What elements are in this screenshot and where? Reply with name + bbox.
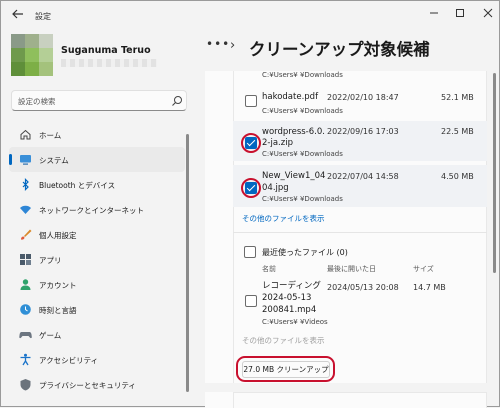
column-header-last-opened: 最後に開いた日 <box>327 265 376 273</box>
avatar <box>11 34 53 76</box>
sidebar-item-label: アクセシビリティ <box>39 356 99 365</box>
recent-files-label: 最近使ったファイル (0) <box>262 248 348 257</box>
recent-files-checkbox[interactable] <box>244 246 256 258</box>
main-scrollbar[interactable] <box>493 73 496 273</box>
search-input[interactable] <box>18 94 166 108</box>
highlight-ring <box>241 178 261 198</box>
sidebar-item-accounts[interactable]: アカウント <box>9 272 185 297</box>
gamepad-icon <box>19 328 32 341</box>
close-button[interactable] <box>475 5 500 21</box>
app-title: 設定 <box>35 12 51 21</box>
sidebar-item-label: プライバシーとセキュリティ <box>39 381 136 390</box>
column-header-size: サイズ <box>413 265 434 273</box>
sidebar-item-label: 時刻と言語 <box>39 306 77 315</box>
sidebar-item-label: 個人用設定 <box>39 231 77 240</box>
next-card <box>233 392 487 408</box>
file-size: 14.7 MB <box>413 283 446 292</box>
file-name: hakodate.pdf <box>262 92 319 102</box>
maximize-button[interactable] <box>447 5 473 21</box>
file-date: 2022/07/04 14:58 <box>327 172 399 181</box>
sidebar-item-label: Bluetooth とデバイス <box>39 181 116 190</box>
sidebar-item-time-language[interactable]: 時刻と言語 <box>9 297 185 322</box>
sidebar-item-label: アカウント <box>39 281 77 290</box>
minimize-icon <box>430 12 438 14</box>
file-path: C:¥Users¥ ¥Downloads <box>262 107 343 115</box>
maximize-icon <box>456 9 464 17</box>
sidebar-item-gaming[interactable]: ゲーム <box>9 322 185 347</box>
show-more-recent-link[interactable]: その他のファイルを表示 <box>242 335 325 346</box>
chevron-right-icon: › <box>230 38 236 53</box>
user-profile[interactable]: Suganuma Teruo <box>11 34 191 84</box>
settings-window: 設定 Suganuma Teruo 設定の検索 ホーム システム Bluetoo… <box>0 0 500 408</box>
sidebar-item-home[interactable]: ホーム <box>9 122 185 147</box>
sidebar-item-label: ゲーム <box>39 331 62 340</box>
account-icon <box>19 278 32 291</box>
sidebar-item-label: アプリ <box>39 256 62 265</box>
file-name-line1: New_View1_04 <box>262 171 326 181</box>
network-wifi-icon <box>19 203 32 216</box>
sidebar-item-privacy-security[interactable]: プライバシーとセキュリティ <box>9 372 185 397</box>
time-language-icon <box>19 303 32 316</box>
sidebar-item-system[interactable]: システム <box>9 147 185 172</box>
show-more-downloads-link[interactable]: その他のファイルを表示 <box>242 213 325 224</box>
back-arrow-icon[interactable] <box>11 7 25 21</box>
home-icon <box>19 128 32 141</box>
accessibility-icon <box>19 353 32 366</box>
sidebar-item-label: ホーム <box>39 131 62 140</box>
next-card-left-padding <box>205 392 233 408</box>
file-size: 52.1 MB <box>441 93 474 102</box>
page-title: クリーンアップ対象候補 <box>249 40 430 59</box>
file-name-line3: 200841.mp4 <box>262 305 317 315</box>
user-email-redacted <box>61 59 157 67</box>
sidebar-item-label: ネットワークとインターネット <box>39 206 144 215</box>
file-size: 22.5 MB <box>441 127 474 136</box>
file-name-line2: 2024-05-13 <box>262 293 312 303</box>
file-date: 2024/05/13 20:08 <box>327 283 399 292</box>
file-date: 2022/02/10 18:47 <box>327 93 399 102</box>
highlight-ring <box>241 133 261 153</box>
file-path: C:¥Users¥ ¥Downloads <box>262 150 343 158</box>
search-icon[interactable] <box>171 95 183 107</box>
file-checkbox[interactable] <box>245 95 257 107</box>
file-name-line2: 04.jpg <box>262 183 289 193</box>
file-size: 4.50 MB <box>441 172 474 181</box>
user-name: Suganuma Teruo <box>61 45 151 56</box>
file-path: C:¥Users¥ ¥Videos <box>262 318 328 326</box>
file-name-line1: レコーディング <box>262 281 321 291</box>
file-checkbox[interactable] <box>245 295 257 307</box>
breadcrumb-more-button[interactable]: ••• <box>206 37 230 51</box>
file-name-line1: wordpress-6.0. <box>262 127 325 137</box>
section-divider <box>233 232 487 233</box>
sidebar-item-bluetooth[interactable]: Bluetooth とデバイス <box>9 172 185 197</box>
sidebar-item-accessibility[interactable]: アクセシビリティ <box>9 347 185 372</box>
title-bar: 設定 <box>1 1 499 31</box>
sidebar-scrollbar[interactable] <box>186 134 189 392</box>
sidebar-item-network[interactable]: ネットワークとインターネット <box>9 197 185 222</box>
sidebar-nav: ホーム システム Bluetooth とデバイス ネットワークとインターネット <box>9 122 187 397</box>
column-header-name: 名前 <box>262 265 276 273</box>
sidebar-item-label: システム <box>39 156 69 165</box>
active-indicator <box>9 154 12 165</box>
shield-icon <box>19 378 32 391</box>
close-icon <box>483 8 493 18</box>
sidebar-item-apps[interactable]: アプリ <box>9 247 185 272</box>
paintbrush-icon <box>19 228 32 241</box>
search-box[interactable] <box>11 90 187 111</box>
file-name-line2: 2-ja.zip <box>262 138 293 148</box>
file-path: C:¥Users¥ ¥Downloads <box>262 71 343 79</box>
system-monitor-icon <box>19 153 32 166</box>
card-left-padding <box>205 71 233 383</box>
apps-icon <box>19 253 32 266</box>
minimize-button[interactable] <box>421 5 447 21</box>
file-path: C:¥Users¥ ¥Downloads <box>262 195 343 203</box>
highlight-ring <box>236 356 335 382</box>
bluetooth-icon <box>19 178 32 191</box>
sidebar-item-personalization[interactable]: 個人用設定 <box>9 222 185 247</box>
file-date: 2022/09/16 17:03 <box>327 127 399 136</box>
